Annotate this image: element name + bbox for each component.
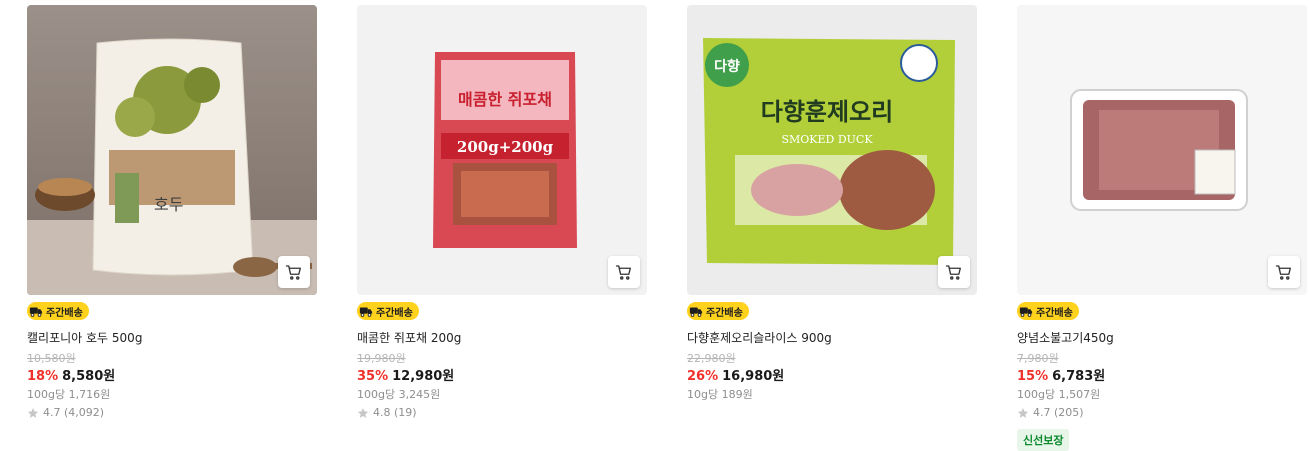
weekly-delivery-badge: 주간배송 [687,302,749,320]
unit-price: 100g당 3,245원 [357,388,441,401]
product-card[interactable]: 호두 주간배송 캘리포니아 호두 500g 10,580원 18% 8,580원 … [27,5,317,420]
product-card[interactable]: 주간배송 양념소불고기450g 7,980원 15% 6,783원 100g당 1… [1017,5,1307,451]
truck-icon [1019,307,1033,317]
weekly-delivery-badge: 주간배송 [357,302,419,320]
add-to-cart-button[interactable] [1268,256,1300,288]
badge-label: 주간배송 [46,307,83,319]
image-label: 호두 [154,195,183,214]
discount-rate: 18% [27,369,59,384]
rating: 4.7 (205) [1017,406,1307,420]
product-image-bulgogi[interactable] [1017,5,1307,295]
add-to-cart-button[interactable] [938,256,970,288]
rating-text: 4.7 (205) [1033,406,1084,419]
cart-icon [285,265,301,280]
rating: 4.8 (19) [357,406,647,420]
original-price: 7,980원 [1017,352,1059,365]
discount-rate: 15% [1017,369,1049,384]
truck-icon [29,307,43,317]
add-to-cart-button[interactable] [608,256,640,288]
cart-icon [615,265,631,280]
unit-price: 10g당 189원 [687,388,753,401]
image-sublabel: SMOKED DUCK [781,133,873,146]
product-name[interactable]: 매콤한 쥐포채 200g [357,331,647,345]
sale-price: 6,783원 [1052,369,1106,384]
image-label: 매콤한 쥐포채 [458,90,552,109]
original-price: 10,580원 [27,352,76,365]
cart-icon [1275,265,1291,280]
rating-text: 4.7 (4,092) [43,406,105,419]
weekly-delivery-badge: 주간배송 [27,302,89,320]
unit-price: 100g당 1,716원 [27,388,111,401]
rating-text: 4.8 (19) [373,406,417,419]
discount-rate: 26% [687,369,719,384]
product-name[interactable]: 캘리포니아 호두 500g [27,331,317,345]
unit-price: 100g당 1,507원 [1017,388,1101,401]
product-image-walnut[interactable]: 호두 [27,5,317,295]
truck-icon [359,307,373,317]
product-name[interactable]: 양념소불고기450g [1017,331,1307,345]
sale-price: 8,580원 [62,369,116,384]
product-card[interactable]: 다향 다향훈제오리 SMOKED DUCK 주간배송 다향훈제오리슬라이스 90… [687,5,977,402]
sale-price: 12,980원 [392,369,455,384]
badge-label: 주간배송 [376,307,413,319]
image-label: 다향훈제오리 [761,98,893,126]
discount-rate: 35% [357,369,389,384]
star-icon [357,408,369,418]
weekly-delivery-badge: 주간배송 [1017,302,1079,320]
product-image-duck[interactable]: 다향 다향훈제오리 SMOKED DUCK [687,5,977,295]
original-price: 22,980원 [687,352,736,365]
image-brand: 다향 [714,58,740,75]
product-card[interactable]: 매콤한 쥐포채 200g+200g 주간배송 매콤한 쥐포채 200g 19,9… [357,5,647,420]
badge-label: 주간배송 [1036,307,1073,319]
product-image-jwipo[interactable]: 매콤한 쥐포채 200g+200g [357,5,647,295]
add-to-cart-button[interactable] [278,256,310,288]
sale-price: 16,980원 [722,369,785,384]
image-sublabel: 200g+200g [457,138,554,156]
product-name[interactable]: 다향훈제오리슬라이스 900g [687,331,977,345]
fresh-guarantee-badge: 신선보장 [1017,429,1070,451]
rating: 4.7 (4,092) [27,406,317,420]
truck-icon [689,307,703,317]
original-price: 19,980원 [357,352,406,365]
star-icon [1017,408,1029,418]
badge-label: 주간배송 [706,307,743,319]
star-icon [27,408,39,418]
cart-icon [945,265,961,280]
